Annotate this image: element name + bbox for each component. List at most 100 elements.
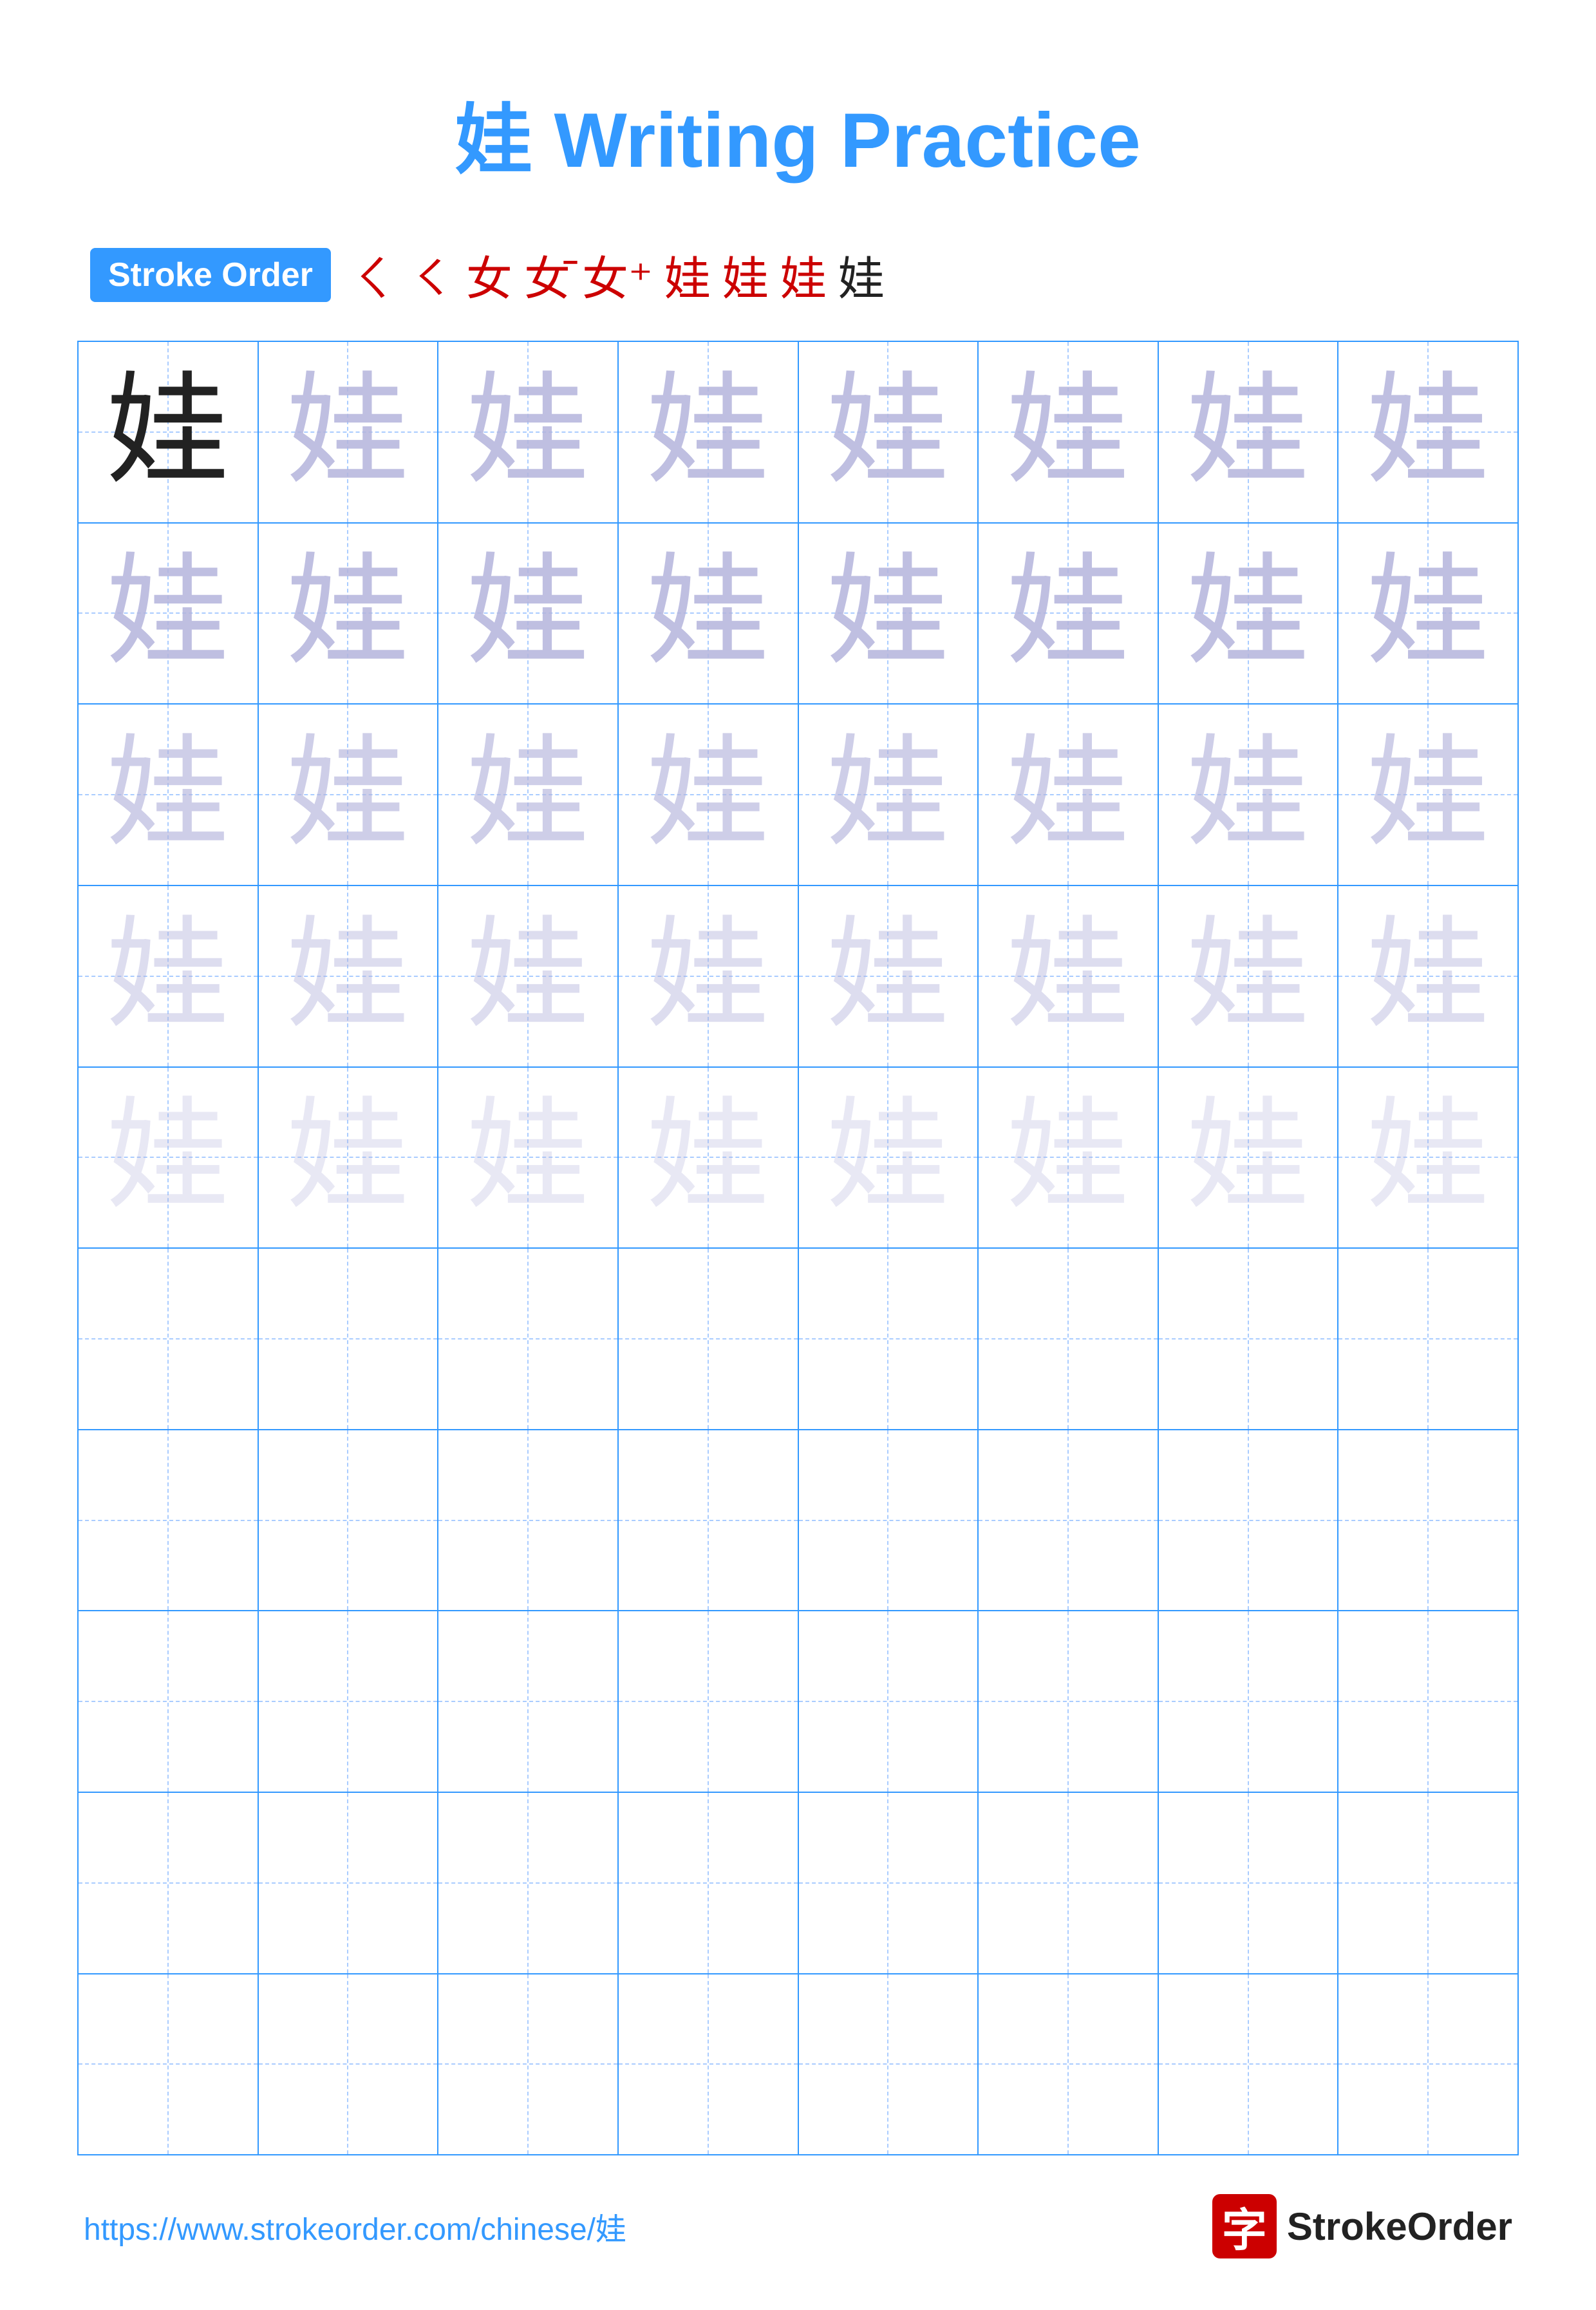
grid-cell-5-1[interactable] — [259, 1249, 439, 1429]
grid-cell-1-0[interactable]: 娃 — [79, 524, 259, 704]
grid-cell-7-2[interactable] — [438, 1611, 619, 1792]
footer-url[interactable]: https://www.strokeorder.com/chinese/娃 — [84, 2204, 626, 2249]
grid-row-4: 娃娃娃娃娃娃娃娃 — [79, 1068, 1517, 1249]
grid-cell-4-1[interactable]: 娃 — [259, 1068, 439, 1248]
grid-cell-9-6[interactable] — [1159, 1974, 1339, 2155]
grid-cell-6-7[interactable] — [1338, 1430, 1517, 1611]
cell-char: 娃 — [647, 915, 769, 1037]
cell-char: 娃 — [286, 915, 409, 1037]
grid-cell-2-6[interactable]: 娃 — [1159, 705, 1339, 885]
grid-cell-7-6[interactable] — [1159, 1611, 1339, 1792]
grid-cell-6-1[interactable] — [259, 1430, 439, 1611]
grid-cell-5-3[interactable] — [619, 1249, 799, 1429]
grid-cell-7-4[interactable] — [799, 1611, 979, 1792]
grid-cell-2-5[interactable]: 娃 — [979, 705, 1159, 885]
grid-cell-7-5[interactable] — [979, 1611, 1159, 1792]
grid-cell-4-5[interactable]: 娃 — [979, 1068, 1159, 1248]
stroke-step-7: 娃 — [780, 241, 827, 308]
cell-char: 娃 — [1367, 1096, 1489, 1218]
grid-cell-1-7[interactable]: 娃 — [1338, 524, 1517, 704]
grid-cell-7-1[interactable] — [259, 1611, 439, 1792]
grid-cell-3-7[interactable]: 娃 — [1338, 886, 1517, 1066]
cell-char: 娃 — [107, 734, 229, 856]
grid-cell-8-3[interactable] — [619, 1793, 799, 1973]
grid-cell-6-5[interactable] — [979, 1430, 1159, 1611]
grid-cell-8-6[interactable] — [1159, 1793, 1339, 1973]
grid-cell-9-3[interactable] — [619, 1974, 799, 2155]
grid-cell-3-2[interactable]: 娃 — [438, 886, 619, 1066]
grid-cell-0-2[interactable]: 娃 — [438, 342, 619, 522]
grid-cell-9-1[interactable] — [259, 1974, 439, 2155]
grid-cell-3-4[interactable]: 娃 — [799, 886, 979, 1066]
grid-cell-6-0[interactable] — [79, 1430, 259, 1611]
grid-cell-9-0[interactable] — [79, 1974, 259, 2155]
grid-row-6 — [79, 1430, 1517, 1612]
practice-grid: 娃娃娃娃娃娃娃娃娃娃娃娃娃娃娃娃娃娃娃娃娃娃娃娃娃娃娃娃娃娃娃娃娃娃娃娃娃娃娃娃 — [77, 341, 1519, 2155]
grid-cell-5-4[interactable] — [799, 1249, 979, 1429]
grid-cell-0-0[interactable]: 娃 — [79, 342, 259, 522]
grid-cell-8-1[interactable] — [259, 1793, 439, 1973]
cell-char: 娃 — [1187, 1096, 1310, 1218]
grid-cell-6-6[interactable] — [1159, 1430, 1339, 1611]
grid-cell-0-4[interactable]: 娃 — [799, 342, 979, 522]
grid-cell-2-3[interactable]: 娃 — [619, 705, 799, 885]
grid-cell-5-2[interactable] — [438, 1249, 619, 1429]
grid-cell-1-5[interactable]: 娃 — [979, 524, 1159, 704]
grid-cell-5-5[interactable] — [979, 1249, 1159, 1429]
cell-char: 娃 — [107, 552, 229, 674]
grid-cell-1-2[interactable]: 娃 — [438, 524, 619, 704]
grid-cell-5-6[interactable] — [1159, 1249, 1339, 1429]
grid-cell-9-5[interactable] — [979, 1974, 1159, 2155]
grid-cell-9-7[interactable] — [1338, 1974, 1517, 2155]
grid-cell-1-4[interactable]: 娃 — [799, 524, 979, 704]
cell-char: 娃 — [1367, 915, 1489, 1037]
grid-cell-3-1[interactable]: 娃 — [259, 886, 439, 1066]
grid-cell-0-3[interactable]: 娃 — [619, 342, 799, 522]
grid-cell-4-2[interactable]: 娃 — [438, 1068, 619, 1248]
grid-cell-0-1[interactable]: 娃 — [259, 342, 439, 522]
grid-cell-0-5[interactable]: 娃 — [979, 342, 1159, 522]
grid-cell-3-6[interactable]: 娃 — [1159, 886, 1339, 1066]
grid-cell-0-7[interactable]: 娃 — [1338, 342, 1517, 522]
grid-cell-1-1[interactable]: 娃 — [259, 524, 439, 704]
grid-cell-2-1[interactable]: 娃 — [259, 705, 439, 885]
grid-cell-5-7[interactable] — [1338, 1249, 1517, 1429]
grid-cell-6-2[interactable] — [438, 1430, 619, 1611]
grid-cell-8-5[interactable] — [979, 1793, 1159, 1973]
cell-char: 娃 — [467, 1096, 589, 1218]
grid-cell-4-6[interactable]: 娃 — [1159, 1068, 1339, 1248]
grid-cell-3-3[interactable]: 娃 — [619, 886, 799, 1066]
grid-cell-3-5[interactable]: 娃 — [979, 886, 1159, 1066]
grid-cell-2-0[interactable]: 娃 — [79, 705, 259, 885]
grid-cell-7-7[interactable] — [1338, 1611, 1517, 1792]
grid-cell-9-2[interactable] — [438, 1974, 619, 2155]
grid-cell-6-4[interactable] — [799, 1430, 979, 1611]
grid-cell-8-7[interactable] — [1338, 1793, 1517, 1973]
grid-cell-7-3[interactable] — [619, 1611, 799, 1792]
cell-char: 娃 — [286, 1096, 409, 1218]
cell-char: 娃 — [286, 734, 409, 856]
grid-cell-1-6[interactable]: 娃 — [1159, 524, 1339, 704]
grid-cell-2-4[interactable]: 娃 — [799, 705, 979, 885]
grid-cell-9-4[interactable] — [799, 1974, 979, 2155]
grid-cell-2-2[interactable]: 娃 — [438, 705, 619, 885]
cell-char: 娃 — [827, 1096, 949, 1218]
grid-cell-0-6[interactable]: 娃 — [1159, 342, 1339, 522]
strokeorder-logo-icon: 字 — [1212, 2194, 1277, 2258]
grid-cell-8-2[interactable] — [438, 1793, 619, 1973]
grid-cell-4-7[interactable]: 娃 — [1338, 1068, 1517, 1248]
grid-cell-8-4[interactable] — [799, 1793, 979, 1973]
grid-cell-3-0[interactable]: 娃 — [79, 886, 259, 1066]
footer-logo-text: StrokeOrder — [1287, 2204, 1512, 2249]
grid-row-9 — [79, 1974, 1517, 2155]
grid-cell-7-0[interactable] — [79, 1611, 259, 1792]
grid-cell-4-4[interactable]: 娃 — [799, 1068, 979, 1248]
grid-cell-1-3[interactable]: 娃 — [619, 524, 799, 704]
grid-cell-8-0[interactable] — [79, 1793, 259, 1973]
grid-cell-4-0[interactable]: 娃 — [79, 1068, 259, 1248]
grid-cell-6-3[interactable] — [619, 1430, 799, 1611]
grid-cell-2-7[interactable]: 娃 — [1338, 705, 1517, 885]
grid-cell-5-0[interactable] — [79, 1249, 259, 1429]
grid-cell-4-3[interactable]: 娃 — [619, 1068, 799, 1248]
cell-char: 娃 — [467, 552, 589, 674]
